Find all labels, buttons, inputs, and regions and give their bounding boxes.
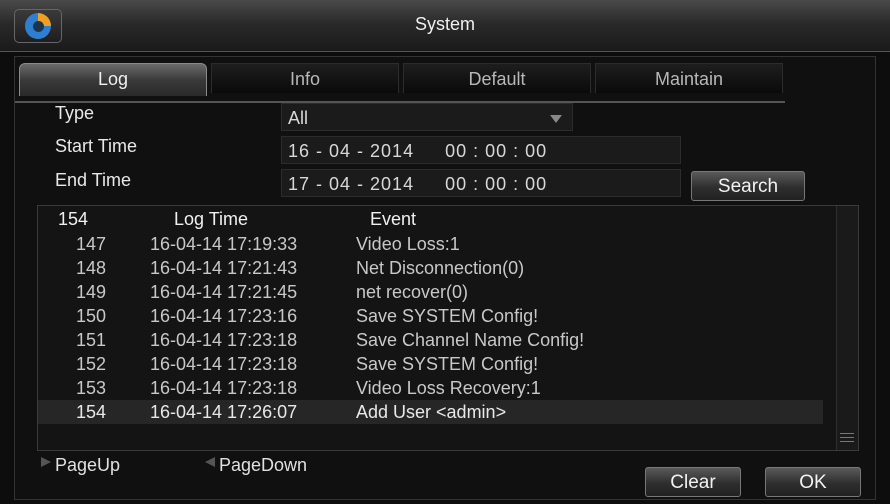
log-time: 16-04-14 17:21:43: [150, 258, 298, 278]
log-row[interactable]: 151 16-04-14 17:23:18 Save Channel Name …: [38, 328, 823, 352]
log-id: 152: [76, 354, 107, 374]
type-select-value: All: [288, 108, 309, 128]
log-event: net recover(0): [356, 282, 469, 302]
end-time-field[interactable]: 17 - 04 - 2014 00 : 00 : 00: [281, 169, 681, 197]
tab-maintain[interactable]: Maintain: [595, 63, 783, 93]
start-time-label: Start Time: [55, 136, 138, 156]
start-date-value: 16 - 04 - 2014: [288, 141, 415, 161]
log-row-selected[interactable]: 154 16-04-14 17:26:07 Add User <admin>: [38, 400, 823, 424]
scroll-grip-icon[interactable]: [840, 433, 854, 442]
log-scrollbar[interactable]: [836, 206, 858, 450]
tab-info[interactable]: Info: [211, 63, 399, 93]
tab-default[interactable]: Default: [403, 63, 591, 93]
end-time-label: End Time: [55, 170, 132, 190]
log-count: 154: [58, 209, 89, 229]
column-event: Event: [370, 209, 417, 229]
log-time: 16-04-14 17:19:33: [150, 234, 298, 254]
log-time: 16-04-14 17:23:18: [150, 330, 298, 350]
start-time-field[interactable]: 16 - 04 - 2014 00 : 00 : 00: [281, 136, 681, 164]
page-up-icon: [41, 457, 51, 467]
log-time: 16-04-14 17:23:18: [150, 378, 298, 398]
page-down-icon: [205, 457, 215, 467]
window-title: System: [414, 14, 475, 34]
page-up-button[interactable]: PageUp: [41, 455, 120, 476]
log-event: Add User <admin>: [356, 402, 507, 422]
log-event: Video Loss Recovery:1: [356, 378, 541, 398]
log-event: Save SYSTEM Config!: [356, 306, 539, 326]
log-time: 16-04-14 17:23:18: [150, 354, 298, 374]
log-row[interactable]: 150 16-04-14 17:23:16 Save SYSTEM Config…: [38, 304, 823, 328]
end-date-value: 17 - 04 - 2014: [288, 174, 415, 194]
tab-log[interactable]: Log: [19, 63, 207, 96]
log-time: 16-04-14 17:21:45: [150, 282, 298, 302]
column-log-time: Log Time: [174, 209, 249, 229]
page-up-label: PageUp: [55, 455, 121, 475]
log-list-header: 154 Log Time Event: [38, 206, 823, 232]
page-down-button[interactable]: PageDown: [205, 455, 307, 476]
log-event: Net Disconnection(0): [356, 258, 525, 278]
type-label: Type: [55, 103, 95, 123]
start-time-value: 00 : 00 : 00: [445, 141, 548, 161]
tab-bar: Log Info Default Maintain: [15, 63, 785, 103]
log-id: 153: [76, 378, 107, 398]
page-down-label: PageDown: [219, 455, 308, 475]
log-id: 147: [76, 234, 107, 254]
title-bar: System: [0, 0, 890, 52]
log-time: 16-04-14 17:23:16: [150, 306, 298, 326]
type-select[interactable]: All: [281, 103, 573, 131]
log-id: 148: [76, 258, 107, 278]
chevron-down-icon: [550, 115, 562, 123]
log-row[interactable]: 149 16-04-14 17:21:45 net recover(0): [38, 280, 823, 304]
log-row[interactable]: 153 16-04-14 17:23:18 Video Loss Recover…: [38, 376, 823, 400]
log-row[interactable]: 152 16-04-14 17:23:18 Save SYSTEM Config…: [38, 352, 823, 376]
search-button[interactable]: Search: [691, 171, 805, 201]
log-event: Save Channel Name Config!: [356, 330, 585, 350]
log-event: Save SYSTEM Config!: [356, 354, 539, 374]
log-id: 149: [76, 282, 107, 302]
clear-button[interactable]: Clear: [645, 467, 741, 497]
log-id: 150: [76, 306, 107, 326]
ok-button[interactable]: OK: [765, 467, 861, 497]
log-row[interactable]: 147 16-04-14 17:19:33 Video Loss:1: [38, 232, 823, 256]
log-row[interactable]: 148 16-04-14 17:21:43 Net Disconnection(…: [38, 256, 823, 280]
log-id: 154: [76, 402, 107, 422]
log-event: Video Loss:1: [356, 234, 460, 254]
end-time-value: 00 : 00 : 00: [445, 174, 548, 194]
log-time: 16-04-14 17:26:07: [150, 402, 298, 422]
log-list[interactable]: 154 Log Time Event 147 16-04-14 17:19:33…: [37, 205, 859, 451]
system-panel: Log Info Default Maintain Type All Start…: [14, 56, 876, 500]
log-id: 151: [76, 330, 107, 350]
